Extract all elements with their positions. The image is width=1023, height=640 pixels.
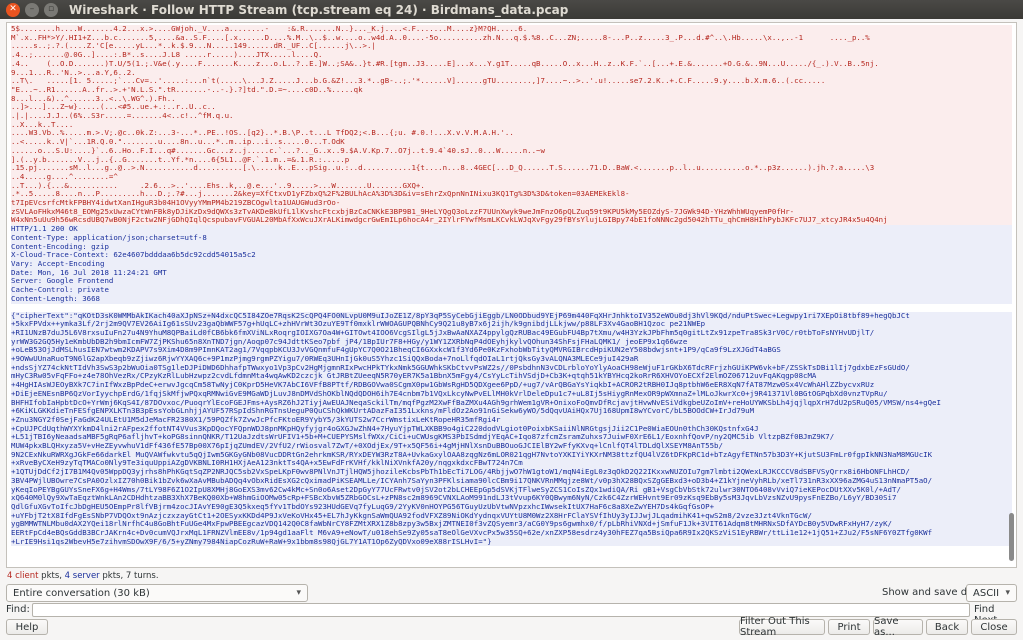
packet-stats: 4 client pkts, 4 server pkts, 7 turns. (7, 571, 159, 581)
window-close-icon[interactable]: ✕ (6, 2, 20, 17)
stream-chunk-server-body: {"cipherText":"qKOtD3sK0WMMbAkIKach40aXJ… (11, 311, 1012, 547)
data-format-value: ASCII (973, 587, 1000, 599)
conversation-select-value: Entire conversation (30 kB) (13, 587, 150, 599)
save-as-button[interactable]: Save as... (873, 616, 923, 638)
stream-content-view[interactable]: 5$........h....W.......4.2...x.>....GWjo… (6, 22, 1017, 568)
chevron-down-icon: ▾ (1005, 588, 1010, 598)
find-row: Find: Find Next (6, 603, 1017, 626)
chevron-down-icon: ▾ (296, 588, 301, 598)
conversation-select[interactable]: Entire conversation (30 kB) ▾ (6, 584, 308, 602)
close-button[interactable]: Close (971, 619, 1017, 635)
window-minimize-icon[interactable]: – (25, 2, 39, 17)
client-packets-count: 4 client (7, 571, 39, 581)
client-packets-suffix: pkts, (38, 571, 65, 581)
dialog-button-row: Help Filter Out This Stream Print Save a… (6, 616, 1017, 638)
print-button[interactable]: Print (828, 619, 870, 635)
conversation-row: Entire conversation (30 kB) ▾ Show and s… (6, 583, 1017, 603)
window-maximize-icon[interactable]: ▫ (44, 2, 58, 17)
find-label: Find: (6, 604, 30, 615)
window-title: Wireshark · Follow HTTP Stream (tcp.stre… (69, 2, 569, 17)
back-button[interactable]: Back (926, 619, 968, 635)
scrollbar-thumb[interactable] (1009, 513, 1014, 561)
server-packets-suffix: pkts, 7 turns. (99, 571, 159, 581)
filter-out-stream-button[interactable]: Filter Out This Stream (739, 616, 825, 638)
stream-chunk-client-request: 5$........h....W.......4.2...x.>....GWjo… (11, 24, 1012, 226)
help-button[interactable]: Help (6, 619, 48, 635)
server-packets-count: 4 server (64, 571, 100, 581)
stream-chunk-server-headers: HTTP/1.1 200 OK Content-Type: applicatio… (11, 224, 1012, 304)
data-format-select[interactable]: ASCII ▾ (966, 584, 1017, 602)
find-input[interactable] (32, 603, 970, 617)
window-titlebar: ✕ – ▫ Wireshark · Follow HTTP Stream (tc… (0, 0, 1023, 19)
vertical-scrollbar[interactable] (1008, 25, 1014, 563)
